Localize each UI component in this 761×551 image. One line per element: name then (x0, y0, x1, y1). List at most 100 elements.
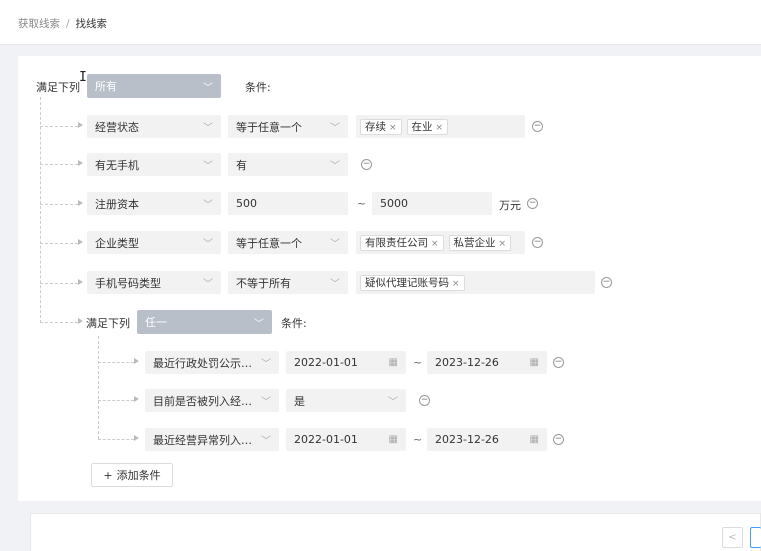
chevron-down-icon: ﹀ (330, 239, 340, 250)
value-tag: 存续 × (360, 118, 402, 135)
value-tag-label: 疑似代理记账号码 (365, 276, 449, 289)
condition-field-select[interactable]: 经营状态 ﹀ (87, 115, 221, 138)
start-date-value: 2022-01-01 (294, 433, 358, 446)
condition-field-value: 企业类型 (95, 236, 139, 250)
root-match-select[interactable]: 所有 ﹀ (87, 74, 221, 98)
min-value-input[interactable]: 500 (228, 192, 348, 215)
condition-field-select[interactable]: 企业类型 ﹀ (87, 231, 221, 254)
condition-field-select[interactable]: 注册资本 ﹀ (87, 192, 221, 215)
range-separator: ~ (413, 433, 423, 446)
tree-branch (40, 164, 78, 165)
start-date-picker[interactable]: 2022-01-01 ▦ (286, 428, 406, 451)
tree-branch (40, 322, 78, 323)
tag-close-icon[interactable]: × (436, 123, 444, 133)
chevron-down-icon: ﹀ (254, 318, 264, 330)
add-condition-button[interactable]: + 添加条件 (91, 463, 173, 487)
root-suffix-label: 条件: (245, 81, 271, 94)
remove-condition-icon[interactable]: − (553, 434, 564, 445)
tag-close-icon[interactable]: × (499, 239, 507, 249)
chevron-down-icon: ﹀ (203, 239, 213, 250)
condition-field-select[interactable]: 最近行政处罚公示日期 ﹀ (145, 351, 279, 374)
condition-value-multiselect[interactable]: 存续 × 在业 × (356, 115, 525, 138)
condition-field-select[interactable]: 有无手机 ﹀ (87, 153, 221, 176)
value-tag-label: 存续 (365, 120, 386, 133)
tree-arrow (134, 358, 139, 364)
tree-branch (98, 362, 134, 363)
add-condition-label: 添加条件 (116, 469, 161, 482)
range-separator: ~ (357, 197, 367, 210)
condition-field-value: 目前是否被列入经营... (153, 394, 257, 408)
subgroup-prefix-label: 满足下列 (86, 317, 130, 330)
tree-branch (40, 243, 78, 244)
end-date-picker[interactable]: 2023-12-26 ▦ (427, 428, 547, 451)
breadcrumb: 获取线索 / 找线索 (18, 16, 107, 31)
value-tag: 有限责任公司 × (360, 234, 444, 251)
tag-close-icon[interactable]: × (431, 239, 439, 249)
tree-arrow (78, 122, 83, 128)
condition-operator-select[interactable]: 等于任意一个 ﹀ (228, 231, 348, 254)
remove-condition-icon[interactable]: − (532, 237, 543, 248)
page-button-current[interactable]: 1 (750, 527, 761, 548)
condition-field-value: 最近行政处罚公示日期 (153, 356, 257, 370)
remove-condition-icon[interactable]: − (601, 277, 612, 288)
tree-arrow (78, 200, 83, 206)
remove-condition-icon[interactable]: − (532, 121, 543, 132)
start-date-picker[interactable]: 2022-01-01 ▦ (286, 351, 406, 374)
tree-branch (40, 204, 78, 205)
chevron-down-icon: ﹀ (330, 279, 340, 290)
condition-value-multiselect[interactable]: 有限责任公司 × 私营企业 × (356, 231, 525, 254)
calendar-icon: ▦ (388, 357, 398, 368)
tree-line-subgroup (98, 336, 99, 439)
condition-field-select[interactable]: 最近经营异常列入日期 ﹀ (145, 428, 279, 451)
condition-field-select[interactable]: 手机号码类型 ﹀ (87, 271, 221, 294)
subgroup-match-value: 任一 (145, 316, 167, 329)
results-panel (30, 513, 761, 551)
condition-operator-select[interactable]: 不等于所有 ﹀ (228, 271, 348, 294)
remove-condition-icon[interactable]: − (553, 357, 564, 368)
condition-operator-value: 不等于所有 (236, 276, 291, 290)
start-date-value: 2022-01-01 (294, 356, 358, 369)
chevron-down-icon: ﹀ (203, 82, 213, 94)
end-date-value: 2023-12-26 (435, 433, 499, 446)
condition-field-value: 经营状态 (95, 120, 139, 134)
chevron-down-icon: ﹀ (203, 123, 213, 134)
tree-arrow (134, 435, 139, 441)
condition-operator-select[interactable]: 等于任意一个 ﹀ (228, 115, 348, 138)
chevron-down-icon: ﹀ (203, 161, 213, 172)
calendar-icon: ▦ (529, 434, 539, 445)
tag-close-icon[interactable]: × (389, 123, 397, 133)
calendar-icon: ▦ (529, 357, 539, 368)
tree-arrow (134, 396, 139, 402)
breadcrumb-item-leads[interactable]: 获取线索 (18, 18, 60, 30)
prev-page-button[interactable]: < (722, 527, 743, 548)
text-cursor-icon: I (79, 70, 87, 85)
root-prefix-label: 满足下列 (36, 81, 80, 94)
remove-condition-icon[interactable]: − (361, 159, 372, 170)
condition-field-select[interactable]: 目前是否被列入经营... ﹀ (145, 389, 279, 412)
breadcrumb-item-find-leads: 找线索 (75, 18, 108, 30)
breadcrumb-separator: / (66, 18, 70, 30)
end-date-picker[interactable]: 2023-12-26 ▦ (427, 351, 547, 374)
max-value: 5000 (380, 197, 408, 210)
condition-field-value: 手机号码类型 (95, 276, 161, 290)
plus-icon: + (103, 468, 113, 482)
tree-arrow (78, 160, 83, 166)
range-separator: ~ (413, 356, 423, 369)
remove-condition-icon[interactable]: − (419, 395, 430, 406)
condition-operator-select[interactable]: 是 ﹀ (286, 389, 406, 412)
value-tag-label: 有限责任公司 (365, 236, 428, 249)
condition-value-multiselect[interactable]: 疑似代理记账号码 × (356, 271, 595, 294)
max-value-input[interactable]: 5000 (372, 192, 492, 215)
value-tag-label: 私营企业 (453, 236, 496, 249)
chevron-down-icon: ﹀ (388, 397, 398, 408)
condition-operator-select[interactable]: 有 ﹀ (228, 153, 348, 176)
tree-branch (40, 126, 78, 127)
tag-close-icon[interactable]: × (452, 279, 460, 289)
condition-field-value: 有无手机 (95, 158, 139, 172)
tree-branch (98, 439, 134, 440)
subgroup-match-select[interactable]: 任一 ﹀ (137, 310, 272, 334)
condition-operator-value: 是 (294, 394, 305, 408)
remove-condition-icon[interactable]: − (527, 198, 538, 209)
chevron-down-icon: ﹀ (261, 359, 271, 370)
condition-field-value: 注册资本 (95, 197, 139, 211)
